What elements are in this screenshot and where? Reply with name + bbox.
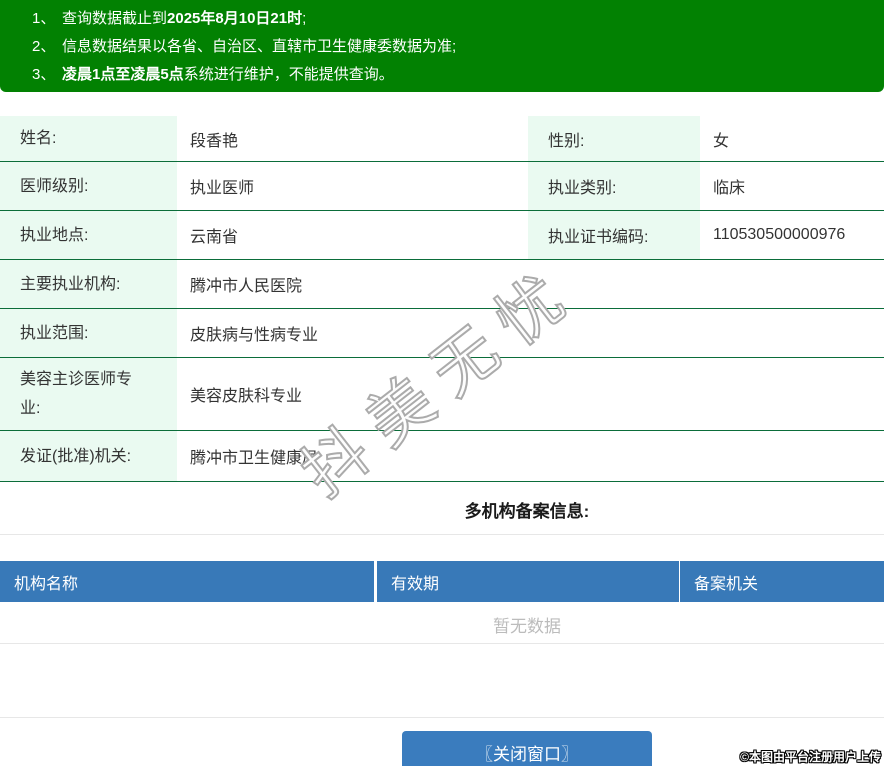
practice-category-label: 执业类别:	[528, 162, 700, 210]
notice-line-1: 1、 查询数据截止到2025年8月10日21时;	[0, 5, 884, 33]
column-header-validity-period: 有效期	[377, 561, 679, 602]
name-label: 姓名:	[0, 116, 177, 161]
notice-line-number: 2、	[32, 38, 56, 55]
doctor-license-query-result-page: 1、 查询数据截止到2025年8月10日21时; 2、 信息数据结果以各省、自治…	[0, 0, 884, 766]
table-row: 发证(批准)机关: 腾冲市卫生健康局	[0, 431, 884, 482]
table-row: 执业范围: 皮肤病与性病专业	[0, 309, 884, 358]
notice-text: 信息数据结果以各省、自治区、直辖市卫生健康委数据为准;	[62, 38, 457, 55]
notice-line-number: 1、	[32, 10, 56, 27]
doctor-level-value: 执业医师	[190, 180, 255, 197]
notice-banner: 1、 查询数据截止到2025年8月10日21时; 2、 信息数据结果以各省、自治…	[0, 0, 884, 92]
column-header-filing-authority: 备案机关	[680, 561, 884, 602]
divider	[0, 534, 884, 535]
doctor-info-table: 姓名: 段香艳 性别: 女 医师级别: 执业医师 执业类别: 临床 执业地点: …	[0, 116, 884, 482]
cosmetic-specialty-label: 美容主诊医师专业:	[0, 358, 177, 430]
table-row: 执业地点: 云南省 执业证书编码: 110530500000976	[0, 211, 884, 260]
notice-line-number: 3、	[32, 66, 56, 83]
practice-location-label: 执业地点:	[0, 211, 177, 259]
notice-line-2: 2、 信息数据结果以各省、自治区、直辖市卫生健康委数据为准;	[0, 33, 884, 61]
table-row: 姓名: 段香艳 性别: 女	[0, 116, 884, 162]
doctor-level-label: 医师级别:	[0, 162, 177, 210]
notice-line-3: 3、 凌晨1点至凌晨5点系统进行维护，不能提供查询。	[0, 61, 884, 89]
gender-label: 性别:	[528, 116, 700, 161]
practice-category-value: 临床	[713, 180, 746, 197]
gender-value: 女	[713, 132, 730, 150]
cosmetic-specialty-value: 美容皮肤科专业	[190, 388, 303, 405]
no-data-message: 暂无数据	[493, 617, 561, 636]
notice-text: 查询数据截止到2025年8月10日21时;	[62, 10, 307, 27]
certificate-number-label: 执业证书编码:	[528, 211, 700, 259]
table-row: 美容主诊医师专业: 美容皮肤科专业	[0, 358, 884, 431]
close-window-button[interactable]: 〖关闭窗口〗	[402, 731, 652, 766]
uploader-credit-watermark: ©本图由平台注册用户上传	[740, 750, 881, 764]
divider	[0, 717, 884, 718]
issuing-authority-value: 腾冲市卫生健康局	[190, 450, 319, 467]
issuing-authority-label: 发证(批准)机关:	[0, 431, 177, 481]
practice-scope-value: 皮肤病与性病专业	[190, 327, 319, 344]
divider	[0, 643, 884, 644]
practice-location-value: 云南省	[190, 229, 239, 246]
main-institution-label: 主要执业机构:	[0, 260, 177, 308]
filing-section-title: 多机构备案信息:	[464, 502, 590, 521]
notice-text: 凌晨1点至凌晨5点系统进行维护，不能提供查询。	[62, 66, 394, 83]
name-value: 段香艳	[190, 132, 239, 150]
main-institution-value: 腾冲市人民医院	[190, 278, 303, 295]
practice-scope-label: 执业范围:	[0, 309, 177, 357]
table-row: 医师级别: 执业医师 执业类别: 临床	[0, 162, 884, 211]
column-header-institution-name: 机构名称	[0, 561, 374, 602]
certificate-number-value: 110530500000976	[713, 226, 846, 243]
table-row: 主要执业机构: 腾冲市人民医院	[0, 260, 884, 309]
